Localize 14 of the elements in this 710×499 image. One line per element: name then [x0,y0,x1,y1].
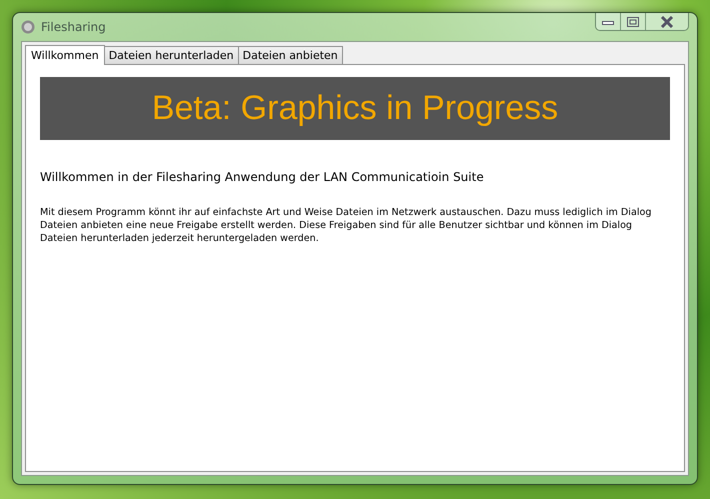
beta-banner: Beta: Graphics in Progress [40,77,670,140]
maximize-icon [627,16,639,26]
welcome-heading: Willkommen in der Filesharing Anwendung der LAN Communicatioin Suite [40,170,485,184]
tab[interactable]: Dateien anbieten [238,46,343,64]
maximize-button[interactable] [621,13,646,30]
window-title: Filesharing [41,20,107,34]
minimize-icon [602,18,614,24]
minimize-button[interactable] [596,13,621,30]
close-icon [660,16,674,28]
app-icon [21,20,35,34]
description-text: Mit diesem Programm könnt ihr auf einfachste Art und Weise Dateien im Netzwerk austauschen. Dazu muss lediglich im Dialog Dateien anbieten eine neue Freigabe erstellt werden. Diese Freigaben sind für alle Benutzer sichtbar und können im Dialog Dateien herunterladen jederzeit heruntergeladen werden. [40,206,652,245]
tab[interactable]: Dateien herunterladen [104,46,239,64]
close-button[interactable] [646,13,688,30]
tab[interactable]: Willkommen [25,45,105,65]
